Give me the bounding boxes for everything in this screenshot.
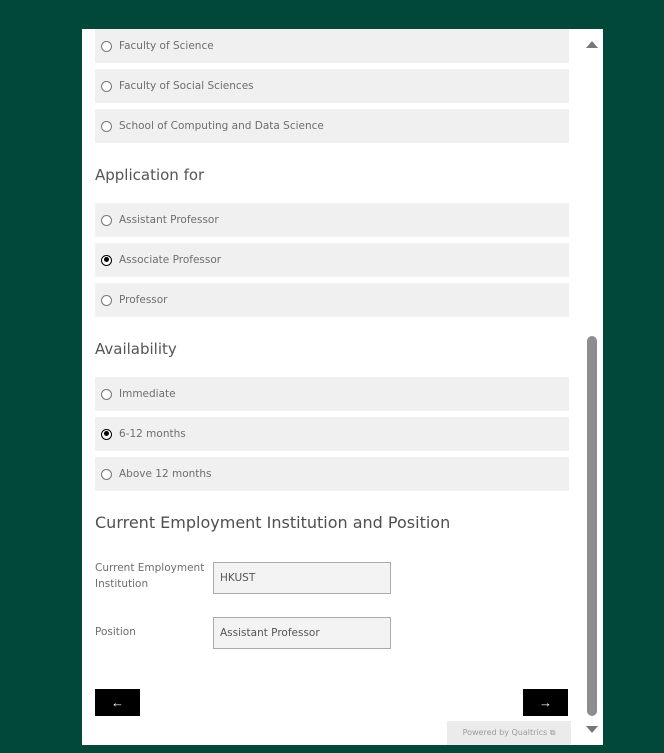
radio-professor[interactable] [101,294,112,306]
next-button[interactable]: → [523,689,568,716]
application-option-assistant-professor[interactable]: Assistant Professor [95,203,569,237]
option-label: 6-12 months [119,428,186,440]
faculty-option-social-sciences[interactable]: Faculty of Social Sciences [95,69,569,103]
availability-option-above-12-months[interactable]: Above 12 months [95,457,569,491]
application-heading: Application for [95,166,205,184]
survey-panel: Faculty of Science Faculty of Social Sci… [82,29,603,745]
option-label: Above 12 months [119,468,212,480]
availability-option-6-12-months[interactable]: 6-12 months [95,417,569,451]
option-label: Assistant Professor [119,214,219,226]
option-label: Immediate [119,388,176,400]
radio-6-12-months[interactable] [101,428,112,440]
position-input[interactable] [213,617,391,649]
option-label: Associate Professor [119,254,222,266]
radio-associate-professor[interactable] [101,254,112,266]
option-label: Professor [119,294,168,306]
radio-immediate[interactable] [101,388,112,400]
radio-assistant-professor[interactable] [101,214,112,226]
scrollbar-thumb[interactable] [587,336,597,716]
option-label: School of Computing and Data Science [119,120,324,132]
employment-heading: Current Employment Institution and Posit… [95,513,451,532]
back-button[interactable]: ← [95,689,140,716]
radio-faculty-science[interactable] [101,40,112,52]
faculty-option-computing-data-science[interactable]: School of Computing and Data Science [95,109,569,143]
radio-faculty-social-sciences[interactable] [101,80,112,92]
availability-heading: Availability [95,340,177,358]
radio-faculty-computing[interactable] [101,120,112,132]
institution-input[interactable] [213,562,391,594]
powered-by-qualtrics-link[interactable]: Powered by Qualtrics ⧉ [447,721,571,745]
application-option-associate-professor[interactable]: Associate Professor [95,243,569,277]
application-option-professor[interactable]: Professor [95,283,569,317]
option-label: Faculty of Social Sciences [119,80,254,92]
radio-above-12-months[interactable] [101,468,112,480]
availability-option-immediate[interactable]: Immediate [95,377,569,411]
institution-label: Current Employment Institution [95,562,205,590]
scroll-up-arrow-icon[interactable] [586,41,598,48]
faculty-option-science[interactable]: Faculty of Science [95,29,569,63]
scroll-down-arrow-icon[interactable] [586,726,598,733]
option-label: Faculty of Science [119,40,214,52]
position-label: Position [95,626,136,638]
